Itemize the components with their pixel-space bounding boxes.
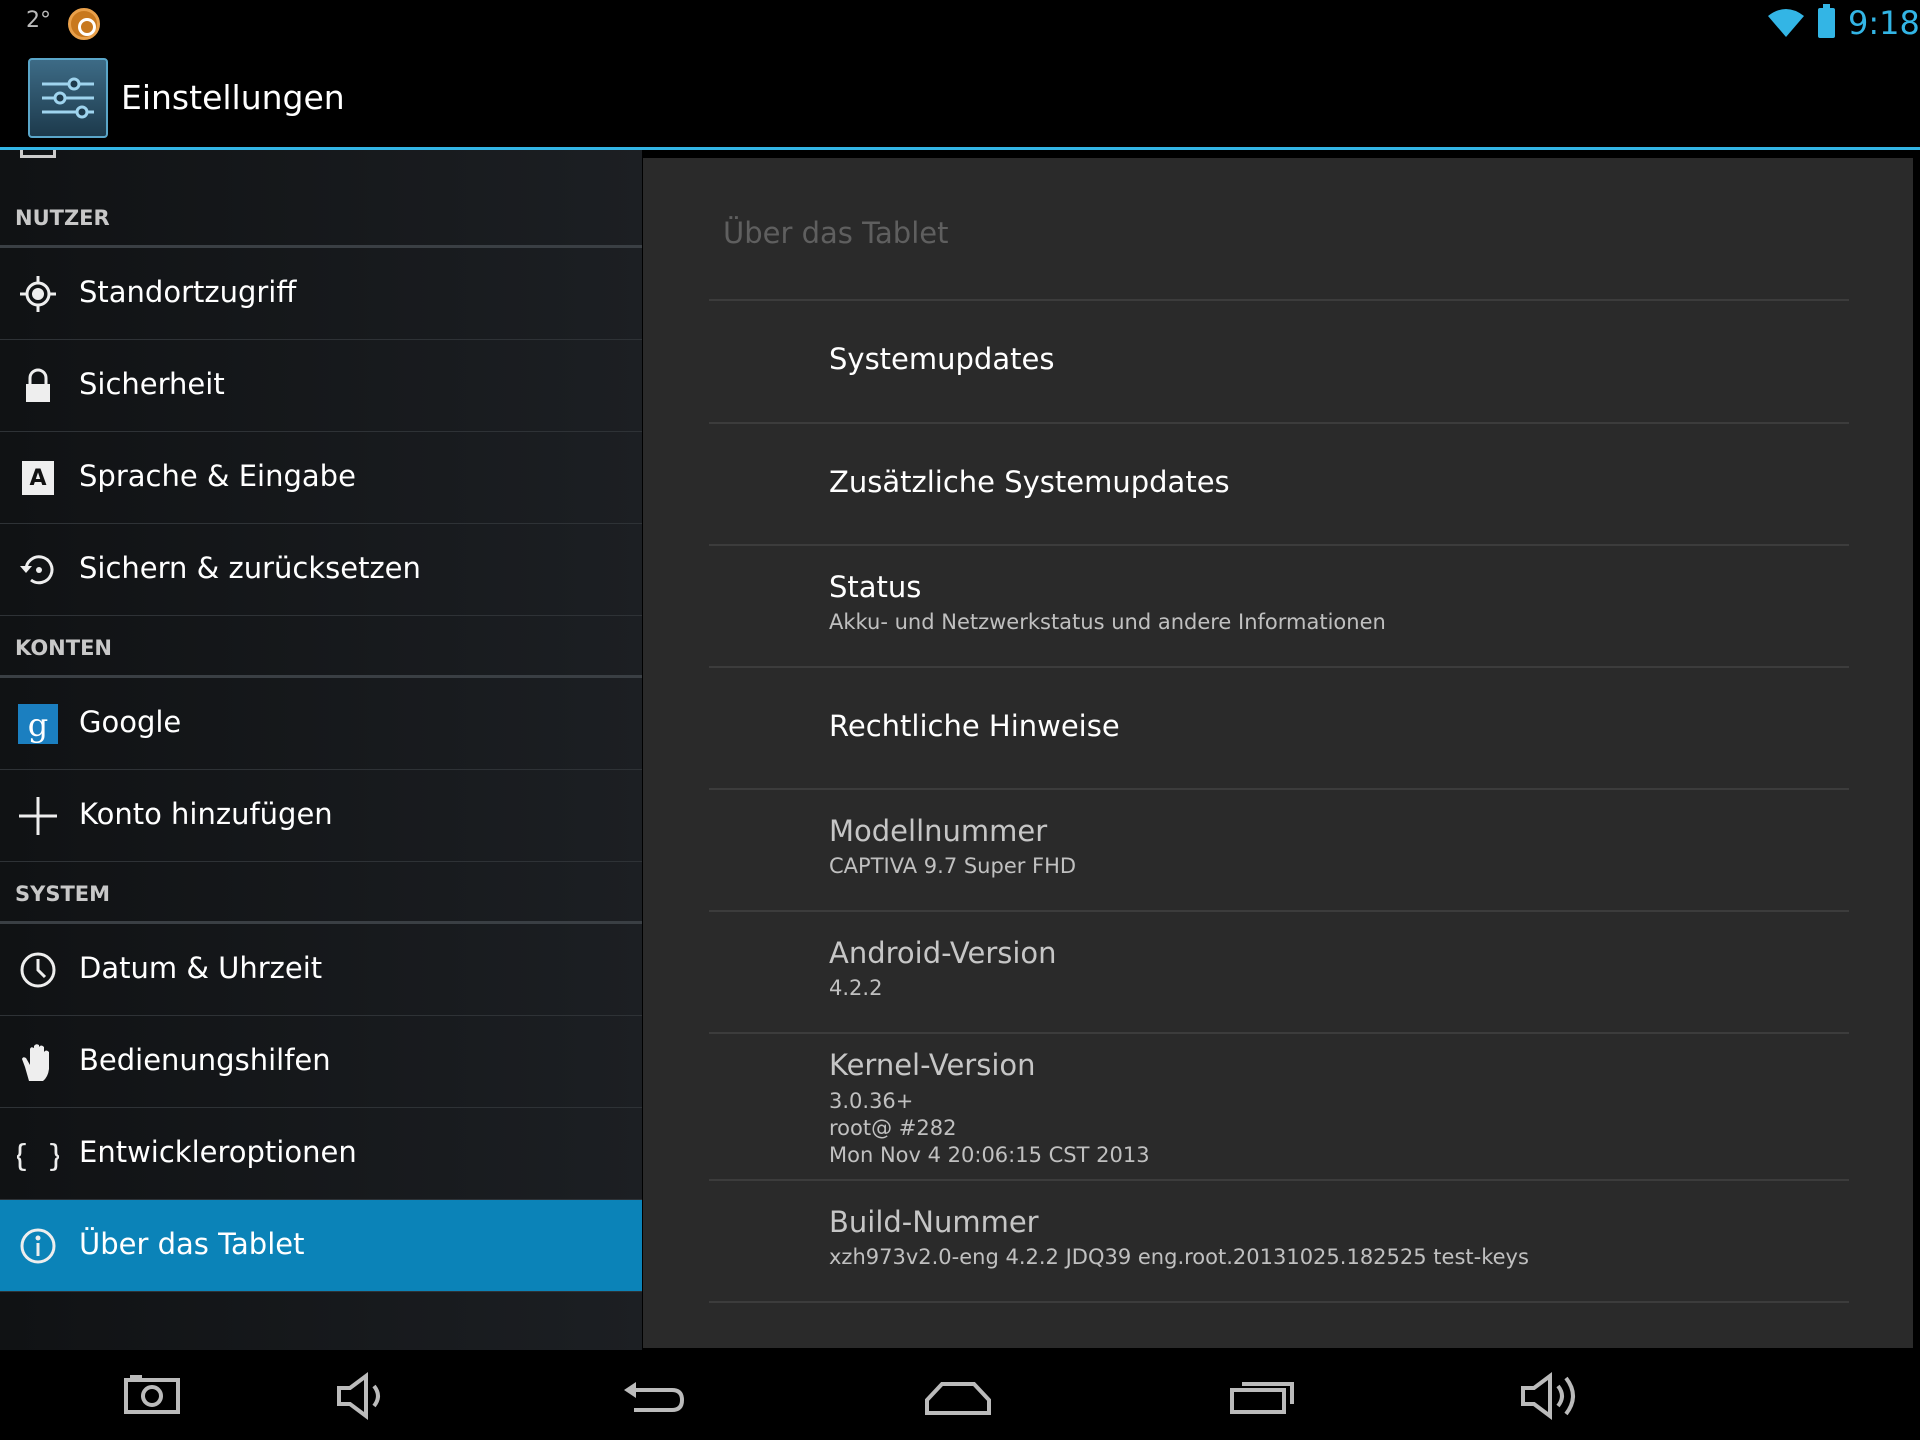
svg-text:A: A	[29, 466, 46, 491]
pref-summary: 3.0.36+ root@ #282 Mon Nov 4 20:06:15 CS…	[829, 1089, 1150, 1167]
section-header-system: SYSTEM	[0, 826, 642, 924]
pref-kernel-version: Kernel-Version 3.0.36+ root@ #282 Mon No…	[709, 1034, 1849, 1180]
home-icon[interactable]	[924, 1380, 992, 1416]
svg-text:g: g	[28, 706, 48, 744]
section-header-konten: KONTEN	[0, 580, 642, 678]
location-icon	[20, 276, 56, 312]
sidebar-item-label: Entwickleroptionen	[79, 1135, 357, 1169]
battery-icon	[1818, 4, 1835, 38]
sidebar-item-standortzugriff[interactable]: Standortzugriff	[0, 248, 642, 340]
sidebar-item-label: Datum & Uhrzeit	[79, 951, 323, 985]
temperature-text: 2°	[26, 8, 51, 33]
pref-title: Android-Version	[829, 936, 1057, 970]
lock-icon	[26, 368, 50, 402]
volume-down-icon[interactable]	[336, 1372, 392, 1420]
pref-summary: Akku- und Netzwerkstatus und andere Info…	[829, 610, 1386, 634]
about-tablet-pane[interactable]: Über das Tablet Systemupdates Zusätzlich…	[643, 158, 1913, 1348]
sidebar-item-label: Google	[79, 705, 182, 739]
pref-summary: xzh973v2.0-eng 4.2.2 JDQ39 eng.root.2013…	[829, 1245, 1529, 1269]
settings-sidebar[interactable]: NUTZER Standortzugriff Sicherheit A Spra…	[0, 150, 642, 1350]
sidebar-item-label: Über das Tablet	[79, 1227, 305, 1261]
pref-title: Modellnummer	[829, 814, 1048, 848]
wifi-icon	[1768, 9, 1804, 37]
pref-title: Systemupdates	[829, 342, 1055, 376]
pref-status[interactable]: Status Akku- und Netzwerkstatus und ande…	[709, 546, 1849, 667]
pref-systemupdates[interactable]: Systemupdates	[709, 301, 1849, 422]
pref-android-version[interactable]: Android-Version 4.2.2	[709, 912, 1849, 1033]
sidebar-item-label: Bedienungshilfen	[79, 1043, 331, 1077]
sidebar-item-label: Standortzugriff	[79, 275, 297, 309]
sidebar-item-sicherheit[interactable]: Sicherheit	[0, 340, 642, 432]
sidebar-item-ueber-das-tablet[interactable]: Über das Tablet	[0, 1200, 642, 1292]
pref-title: Kernel-Version	[829, 1048, 1036, 1082]
status-bar: 2° 9:18	[0, 0, 1920, 46]
sidebar-item-label: Sprache & Eingabe	[79, 459, 356, 493]
svg-text:{ }: { }	[17, 1139, 59, 1174]
page-title: Einstellungen	[121, 78, 345, 117]
sidebar-item-datum[interactable]: Datum & Uhrzeit	[0, 924, 642, 1016]
pref-summary: 4.2.2	[829, 976, 883, 1000]
detail-title: Über das Tablet	[723, 216, 949, 250]
pref-rechtliche-hinweise[interactable]: Rechtliche Hinweise	[709, 668, 1849, 789]
pref-title: Build-Nummer	[829, 1205, 1039, 1239]
pref-title: Zusätzliche Systemupdates	[829, 465, 1230, 499]
sidebar-item-sprache[interactable]: A Sprache & Eingabe	[0, 432, 642, 524]
hand-icon	[22, 1044, 49, 1081]
pref-modellnummer: Modellnummer CAPTIVA 9.7 Super FHD	[709, 790, 1849, 911]
pref-build-nummer[interactable]: Build-Nummer xzh973v2.0-eng 4.2.2 JDQ39 …	[709, 1181, 1849, 1302]
info-icon	[20, 1228, 56, 1264]
pref-title: Rechtliche Hinweise	[829, 709, 1120, 743]
screenshot-icon[interactable]	[124, 1372, 180, 1416]
sidebar-item-label: Sicherheit	[79, 367, 225, 401]
pref-summary: CAPTIVA 9.7 Super FHD	[829, 854, 1077, 878]
back-icon[interactable]	[622, 1378, 686, 1418]
recents-icon[interactable]	[1230, 1376, 1296, 1416]
language-keyboard-icon: A	[22, 461, 54, 495]
divider	[709, 1301, 1849, 1303]
section-header-nutzer: NUTZER	[0, 150, 642, 248]
pref-zusaetzliche-systemupdates[interactable]: Zusätzliche Systemupdates	[709, 424, 1849, 545]
sidebar-item-google[interactable]: g Google	[0, 678, 642, 770]
clock-icon	[20, 952, 56, 988]
action-bar: Einstellungen	[0, 46, 1920, 150]
settings-sliders-icon[interactable]	[28, 58, 108, 138]
pref-title: Status	[829, 570, 922, 604]
notification-app-icon[interactable]	[68, 8, 100, 40]
navigation-bar	[0, 1350, 1920, 1440]
clock-time: 9:18	[1848, 4, 1920, 42]
sidebar-item-bedienungshilfen[interactable]: Bedienungshilfen	[0, 1016, 642, 1108]
sidebar-item-entwickleroptionen[interactable]: { } Entwickleroptionen	[0, 1108, 642, 1200]
google-icon: g	[18, 704, 58, 744]
volume-up-icon[interactable]	[1520, 1372, 1584, 1420]
braces-icon: { }	[17, 1139, 59, 1174]
